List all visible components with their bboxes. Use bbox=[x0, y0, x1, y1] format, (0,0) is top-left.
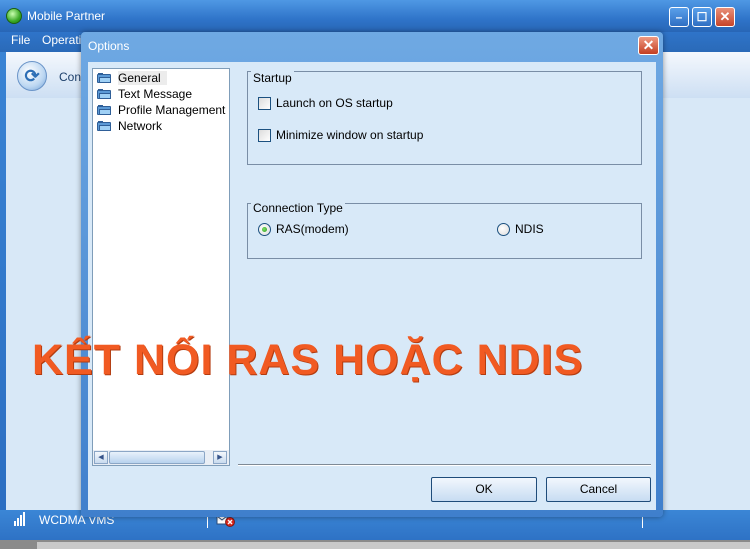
tree-item-general[interactable]: General bbox=[97, 70, 229, 86]
launch-on-startup-label[interactable]: Launch on OS startup bbox=[276, 96, 393, 110]
tree-item-label: Text Message bbox=[118, 87, 193, 101]
radio-selected-dot bbox=[262, 227, 267, 232]
ras-modem-radio[interactable] bbox=[258, 223, 271, 236]
signal-icon bbox=[14, 512, 34, 526]
connect-icon[interactable]: ⟳ bbox=[17, 61, 47, 91]
startup-group-title: Startup bbox=[251, 71, 294, 85]
app-icon bbox=[6, 8, 22, 24]
ok-button[interactable]: OK bbox=[431, 477, 537, 502]
tree-item-label: General bbox=[118, 71, 167, 85]
folder-open-icon bbox=[97, 73, 111, 83]
scroll-left-arrow-icon[interactable]: ◀ bbox=[94, 451, 108, 464]
cancel-button[interactable]: Cancel bbox=[546, 477, 651, 502]
folder-icon bbox=[97, 105, 111, 115]
folder-icon bbox=[97, 89, 111, 99]
menu-file[interactable]: File bbox=[11, 33, 30, 47]
minimize-on-startup-label[interactable]: Minimize window on startup bbox=[276, 128, 423, 142]
connection-type-group-title: Connection Type bbox=[251, 201, 345, 215]
ndis-radio[interactable] bbox=[497, 223, 510, 236]
main-titlebar[interactable] bbox=[0, 0, 750, 32]
startup-group bbox=[247, 71, 642, 165]
ras-modem-label[interactable]: RAS(modem) bbox=[276, 222, 349, 236]
tree-item-label: Network bbox=[118, 119, 163, 133]
main-window-title: Mobile Partner bbox=[27, 9, 106, 23]
scroll-thumb[interactable] bbox=[109, 451, 205, 464]
launch-on-startup-checkbox[interactable] bbox=[258, 97, 271, 110]
scroll-right-arrow-icon[interactable]: ▶ bbox=[213, 451, 227, 464]
folder-icon bbox=[97, 121, 111, 131]
tree-item-network[interactable]: Network bbox=[97, 118, 229, 134]
tree-item-label: Profile Management bbox=[118, 103, 226, 117]
overlay-caption: KẾT NỐI RAS HOẶC NDIS bbox=[32, 336, 584, 384]
dialog-separator bbox=[238, 464, 651, 466]
tree-item-profile-management[interactable]: Profile Management bbox=[97, 102, 229, 118]
ndis-label[interactable]: NDIS bbox=[515, 222, 544, 236]
connect-button-label[interactable]: Con bbox=[59, 70, 81, 84]
desktop-strip bbox=[37, 542, 750, 549]
close-button[interactable]: ✕ bbox=[715, 7, 735, 27]
menu-operation[interactable]: Operati bbox=[42, 33, 81, 47]
dialog-title: Options bbox=[88, 39, 130, 53]
dialog-close-button[interactable]: ✕ bbox=[638, 36, 659, 55]
maximize-button[interactable]: ☐ bbox=[692, 7, 712, 27]
minimize-button[interactable]: – bbox=[669, 7, 689, 27]
tree-item-text-message[interactable]: Text Message bbox=[97, 86, 229, 102]
minimize-on-startup-checkbox[interactable] bbox=[258, 129, 271, 142]
